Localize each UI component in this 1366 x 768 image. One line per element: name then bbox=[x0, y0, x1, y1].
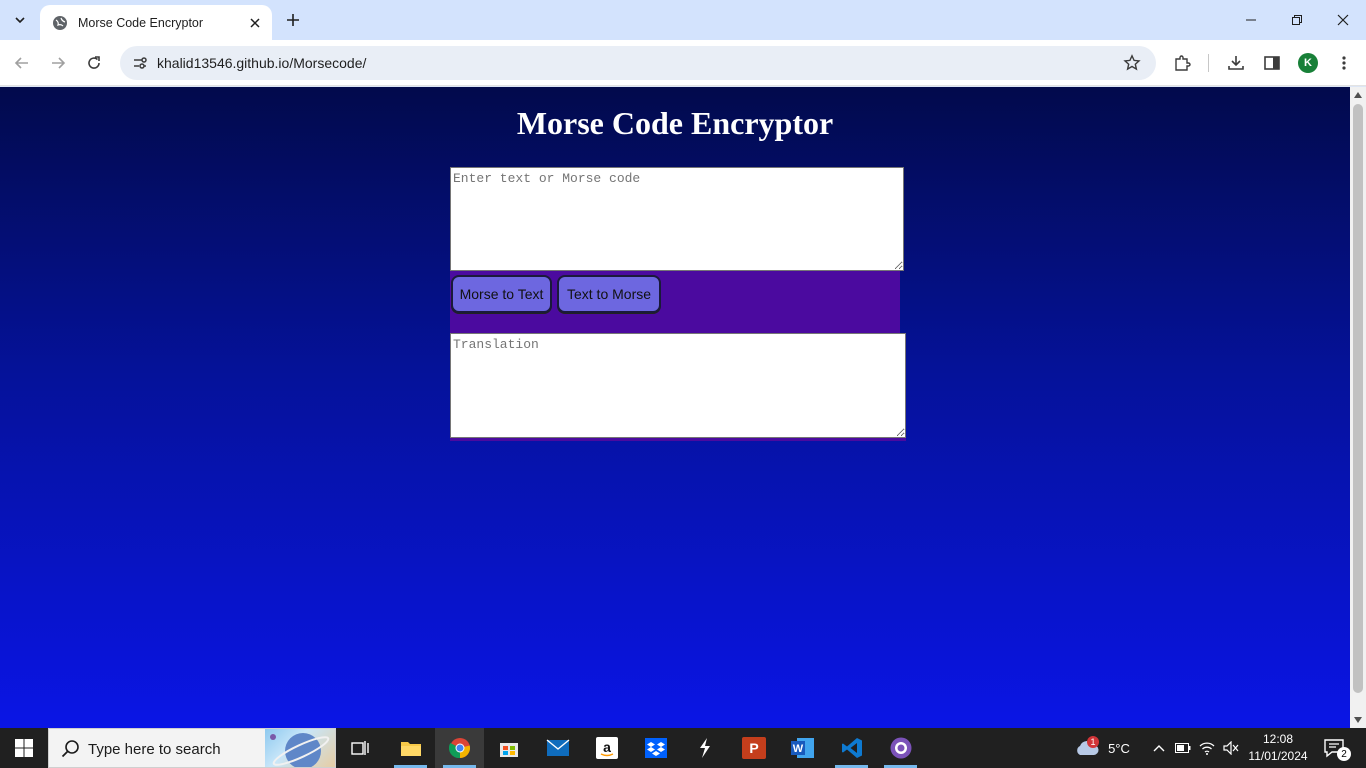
page-viewport: Morse Code Encryptor Morse to Text Text … bbox=[0, 87, 1350, 728]
vscode-icon bbox=[841, 738, 862, 758]
network-status[interactable] bbox=[1196, 728, 1218, 768]
download-icon bbox=[1228, 56, 1244, 70]
chevron-up-icon bbox=[1153, 745, 1165, 752]
globe-icon bbox=[52, 15, 68, 31]
page-title: Morse Code Encryptor bbox=[516, 105, 834, 141]
browser-tab-strip: Morse Code Encryptor bbox=[0, 0, 1366, 40]
text-to-morse-button[interactable]: Text to Morse bbox=[557, 275, 661, 313]
url-text: khalid13546.github.io/Morsecode/ bbox=[157, 55, 367, 71]
browser-tab[interactable]: Morse Code Encryptor bbox=[40, 5, 272, 40]
bookmark-star-icon[interactable] bbox=[1120, 51, 1144, 75]
svg-text:a: a bbox=[603, 739, 611, 755]
site-info-icon[interactable] bbox=[128, 51, 152, 75]
taskbar-mail[interactable] bbox=[533, 728, 582, 768]
amazon-icon: a bbox=[595, 737, 618, 759]
battery-status[interactable] bbox=[1172, 728, 1194, 768]
lightning-app-icon bbox=[699, 738, 710, 758]
notification-count-badge: 2 bbox=[1337, 747, 1351, 761]
tab-search-button[interactable] bbox=[8, 8, 32, 32]
kebab-menu-icon bbox=[1342, 56, 1346, 70]
search-icon bbox=[61, 740, 79, 758]
svg-text:P: P bbox=[749, 740, 758, 756]
taskbar-powerpoint[interactable]: P bbox=[729, 728, 778, 768]
weather-widget[interactable]: 1 5°C bbox=[1070, 728, 1134, 768]
windows-taskbar: Type here to search a P W 1 5°C 12:08 11… bbox=[0, 728, 1366, 768]
show-hidden-icons-button[interactable] bbox=[1148, 728, 1170, 768]
button-panel: Morse to Text Text to Morse bbox=[450, 271, 900, 333]
taskbar-sublime[interactable] bbox=[680, 728, 729, 768]
translator-container: Morse to Text Text to Morse bbox=[450, 167, 906, 441]
address-bar[interactable]: khalid13546.github.io/Morsecode/ bbox=[120, 46, 1156, 80]
restore-icon bbox=[1292, 15, 1302, 25]
folder-icon bbox=[400, 742, 421, 756]
taskbar-microsoft-store[interactable] bbox=[484, 728, 533, 768]
scroll-up-arrow-icon[interactable] bbox=[1350, 87, 1366, 103]
output-panel bbox=[450, 333, 906, 441]
mail-icon bbox=[546, 739, 569, 756]
side-panel-icon bbox=[1264, 56, 1280, 70]
page-scrollbar[interactable] bbox=[1350, 87, 1366, 728]
taskbar-search-box[interactable]: Type here to search bbox=[48, 728, 336, 768]
task-view-button[interactable] bbox=[336, 728, 385, 768]
puzzle-icon bbox=[1175, 55, 1191, 71]
minimize-button[interactable] bbox=[1228, 0, 1274, 40]
svg-text:W: W bbox=[792, 743, 803, 755]
reload-button[interactable] bbox=[80, 49, 108, 77]
output-textarea[interactable] bbox=[450, 333, 906, 438]
morse-to-text-button[interactable]: Morse to Text bbox=[451, 275, 552, 313]
chrome-icon bbox=[448, 738, 470, 759]
chevron-down-icon bbox=[15, 17, 25, 24]
taskbar-github-desktop[interactable] bbox=[876, 728, 925, 768]
windows-logo-icon bbox=[15, 739, 33, 757]
github-icon bbox=[890, 737, 911, 759]
speaker-muted-icon bbox=[1223, 741, 1239, 755]
taskbar-chrome[interactable] bbox=[435, 728, 484, 768]
clock-date: 11/01/2024 bbox=[1248, 749, 1308, 763]
plus-icon bbox=[287, 14, 299, 26]
close-window-button[interactable] bbox=[1320, 0, 1366, 40]
input-textarea[interactable] bbox=[450, 167, 904, 271]
minimize-icon bbox=[1246, 19, 1256, 21]
arrow-left-icon bbox=[14, 57, 28, 69]
taskbar-file-explorer[interactable] bbox=[386, 728, 435, 768]
weather-alert-badge: 1 bbox=[1087, 736, 1099, 748]
wifi-icon bbox=[1199, 742, 1215, 755]
tab-close-icon[interactable] bbox=[246, 14, 264, 32]
extensions-button[interactable] bbox=[1168, 49, 1196, 77]
powerpoint-icon: P bbox=[741, 737, 766, 759]
volume-status[interactable] bbox=[1220, 728, 1242, 768]
taskbar-clock[interactable]: 12:08 11/01/2024 bbox=[1246, 731, 1310, 765]
toolbar-divider bbox=[1208, 54, 1209, 72]
browser-menu-button[interactable] bbox=[1330, 49, 1358, 77]
clock-time: 12:08 bbox=[1262, 732, 1294, 746]
close-icon bbox=[1337, 14, 1349, 26]
browser-toolbar: khalid13546.github.io/Morsecode/ K bbox=[0, 40, 1366, 86]
start-button[interactable] bbox=[0, 728, 48, 768]
downloads-button[interactable] bbox=[1222, 49, 1250, 77]
taskbar-vscode[interactable] bbox=[827, 728, 876, 768]
search-highlight-illustration bbox=[265, 729, 335, 767]
arrow-right-icon bbox=[52, 57, 66, 69]
reload-icon bbox=[88, 56, 100, 69]
profile-avatar[interactable]: K bbox=[1298, 53, 1318, 73]
new-tab-button[interactable] bbox=[281, 8, 305, 32]
tab-title: Morse Code Encryptor bbox=[78, 15, 204, 30]
word-icon: W bbox=[790, 738, 814, 758]
scrollbar-thumb[interactable] bbox=[1353, 104, 1363, 693]
forward-button[interactable] bbox=[44, 49, 72, 77]
store-icon bbox=[499, 743, 518, 757]
weather-temperature: 5°C bbox=[1108, 740, 1130, 756]
back-button[interactable] bbox=[8, 49, 36, 77]
restore-button[interactable] bbox=[1274, 0, 1320, 40]
side-panel-button[interactable] bbox=[1258, 49, 1286, 77]
dropbox-icon bbox=[644, 738, 667, 758]
taskbar-amazon[interactable]: a bbox=[582, 728, 631, 768]
battery-icon bbox=[1175, 743, 1191, 753]
scroll-down-arrow-icon[interactable] bbox=[1350, 712, 1366, 728]
task-view-icon bbox=[350, 741, 369, 755]
taskbar-word[interactable]: W bbox=[778, 728, 827, 768]
taskbar-dropbox[interactable] bbox=[631, 728, 680, 768]
taskbar-search-placeholder: Type here to search bbox=[88, 741, 221, 758]
